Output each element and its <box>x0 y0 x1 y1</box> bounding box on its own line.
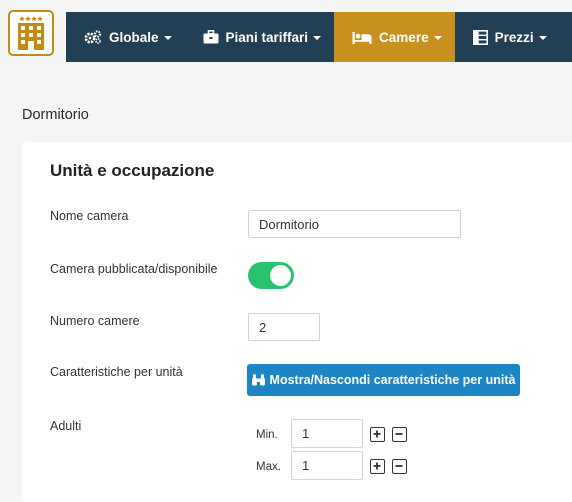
room-count-label: Numero camere <box>50 314 140 328</box>
nav-label-globale: Globale <box>109 29 159 45</box>
occupancy-card: Unità e occupazione Nome camera Camera p… <box>22 142 572 502</box>
adults-max-increment-button[interactable] <box>370 459 385 474</box>
minus-icon <box>395 433 403 435</box>
grid-list-icon <box>472 29 488 45</box>
room-name-label: Nome camera <box>50 209 129 223</box>
page-title: Dormitorio <box>22 107 89 123</box>
features-label: Caratteristiche per unità <box>50 365 183 379</box>
adults-max-decrement-button[interactable] <box>392 459 407 474</box>
gears-icon <box>84 30 102 44</box>
nav-label-piani-tariffari: Piani tariffari <box>225 29 309 45</box>
toggle-knob <box>270 265 291 286</box>
hotel-building-icon <box>18 16 44 50</box>
caret-down-icon <box>313 36 322 40</box>
nav-item-camere[interactable]: Camere <box>334 12 455 62</box>
minus-icon <box>395 465 403 467</box>
adults-max-label: Max. <box>256 461 281 473</box>
caret-down-icon <box>163 36 172 40</box>
toggle-features-button[interactable]: Mostra/Nascondi caratteristiche per unit… <box>247 364 520 396</box>
adults-min-input[interactable] <box>291 419 363 448</box>
adults-min-decrement-button[interactable] <box>392 427 407 442</box>
nav-item-p[interactable]: P <box>560 12 572 62</box>
published-label: Camera pubblicata/disponibile <box>50 262 218 276</box>
section-title: Unità e occupazione <box>50 161 215 180</box>
adults-label: Adulti <box>50 419 82 433</box>
room-count-input[interactable] <box>248 313 320 341</box>
bed-icon <box>352 31 372 44</box>
nav-item-piani-tariffari[interactable]: Piani tariffari <box>185 12 335 62</box>
toggle-features-label: Mostra/Nascondi caratteristiche per unit… <box>269 373 516 387</box>
plus-icon <box>373 462 381 470</box>
main-nav: Globale Piani tariffari Camere Prezzi <box>66 12 572 62</box>
published-toggle[interactable] <box>248 262 294 289</box>
adults-min-increment-button[interactable] <box>370 427 385 442</box>
nav-label-prezzi: Prezzi <box>494 29 534 45</box>
caret-down-icon <box>538 36 547 40</box>
nav-label-camere: Camere <box>379 29 429 45</box>
nav-item-globale[interactable]: Globale <box>66 12 185 62</box>
hotel-logo[interactable] <box>8 10 54 56</box>
adults-min-label: Min. <box>256 429 278 441</box>
plus-icon <box>373 430 381 438</box>
adults-max-input[interactable] <box>291 451 363 480</box>
caret-down-icon <box>433 36 442 40</box>
nav-item-prezzi[interactable]: Prezzi <box>455 12 560 62</box>
briefcase-icon <box>203 30 219 44</box>
top-bar: Globale Piani tariffari Camere Prezzi <box>0 0 572 72</box>
room-name-input[interactable] <box>248 210 461 238</box>
binoculars-icon <box>251 374 265 386</box>
